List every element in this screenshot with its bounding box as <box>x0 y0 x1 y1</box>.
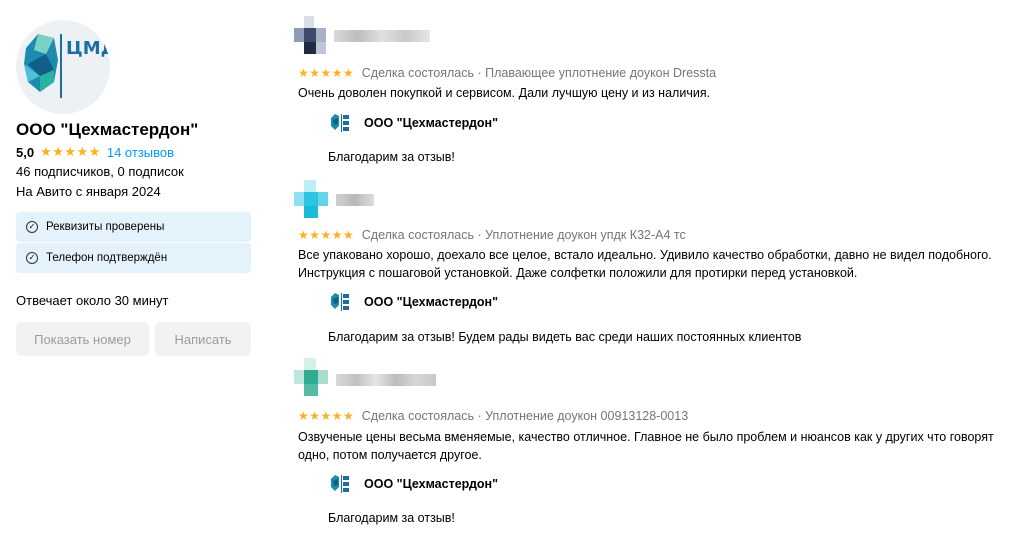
review-stars-icon: ★★★★★ <box>298 66 355 80</box>
badge-label: Реквизиты проверены <box>46 221 165 233</box>
review-meta-text: Сделка состоялась · Уплотнение доукон 00… <box>361 409 689 423</box>
reviewer-name-blurred[interactable] <box>336 194 374 206</box>
member-since: На Авито с января 2024 <box>16 184 161 199</box>
reviewer-name-blurred[interactable] <box>336 374 436 386</box>
review-item: ★★★★★ Сделка состоялась · Плавающее упло… <box>294 16 1010 166</box>
subscribers-count: 46 подписчиков, 0 подписок <box>16 164 184 179</box>
reviewer-avatar[interactable] <box>294 16 334 56</box>
review-meta: ★★★★★ Сделка состоялась · Плавающее упло… <box>298 66 716 80</box>
seller-reply-header: ООО "Цехмастердон" <box>330 291 498 313</box>
review-meta: ★★★★★ Сделка состоялась · Уплотнение доу… <box>298 409 688 423</box>
rating-row: 5,0 ★★★★★ 14 отзывов <box>16 144 174 160</box>
review-text: Все упаковано хорошо, доехало все целое,… <box>298 248 992 280</box>
seller-reply-header: ООО "Цехмастердон" <box>330 112 498 134</box>
seller-logo[interactable]: ЦМД <box>16 20 110 114</box>
seller-mini-logo-icon <box>331 114 349 132</box>
show-phone-button[interactable]: Показать номер <box>16 322 149 356</box>
badge-requisites-verified: ✓ Реквизиты проверены <box>16 212 251 242</box>
seller-mini-logo-icon <box>331 293 349 311</box>
reviews-count-link[interactable]: 14 отзывов <box>107 145 174 160</box>
rating-stars-icon: ★★★★★ <box>40 144 101 159</box>
write-message-button[interactable]: Написать <box>155 322 251 356</box>
review-item: ★★★★★ Сделка состоялась · Уплотнение доу… <box>294 180 1010 350</box>
review-stars-icon: ★★★★★ <box>298 409 355 423</box>
review-text: Озвученые цены весьма вменяемые, качеств… <box>298 430 994 462</box>
check-circle-icon: ✓ <box>26 252 38 264</box>
seller-reply-text: Благодарим за отзыв! Будем рады видеть в… <box>328 330 802 344</box>
review-meta: ★★★★★ Сделка состоялась · Уплотнение доу… <box>298 228 686 242</box>
reviewer-name-blurred[interactable] <box>334 30 430 42</box>
review-meta-text: Сделка состоялась · Плавающее уплотнение… <box>361 66 717 80</box>
reply-time: Отвечает около 30 минут <box>16 293 169 308</box>
seller-name[interactable]: ООО "Цехмастердон" <box>16 120 198 140</box>
seller-reply-header: ООО "Цехмастердон" <box>330 473 498 495</box>
reviewer-avatar[interactable] <box>294 358 334 398</box>
seller-reply-text: Благодарим за отзыв! <box>328 150 455 164</box>
reviewer-avatar[interactable] <box>294 180 334 220</box>
badge-phone-confirmed: ✓ Телефон подтверждён <box>16 243 251 273</box>
logo-text: ЦМД <box>66 38 110 59</box>
review-item: ★★★★★ Сделка состоялась · Уплотнение доу… <box>294 358 1010 538</box>
bear-logo-icon: ЦМД <box>24 34 110 98</box>
review-meta-text: Сделка состоялась · Уплотнение доукон уп… <box>361 228 686 242</box>
rating-score: 5,0 <box>16 144 35 160</box>
seller-mini-logo-icon <box>331 475 349 493</box>
reply-seller-name[interactable]: ООО "Цехмастердон" <box>364 116 498 130</box>
check-circle-icon: ✓ <box>26 221 38 233</box>
review-stars-icon: ★★★★★ <box>298 228 355 242</box>
badge-label: Телефон подтверждён <box>46 252 168 264</box>
reply-seller-name[interactable]: ООО "Цехмастердон" <box>364 477 498 491</box>
reply-seller-name[interactable]: ООО "Цехмастердон" <box>364 295 498 309</box>
review-text: Очень доволен покупкой и сервисом. Дали … <box>298 86 711 100</box>
seller-reply-text: Благодарим за отзыв! <box>328 511 455 525</box>
